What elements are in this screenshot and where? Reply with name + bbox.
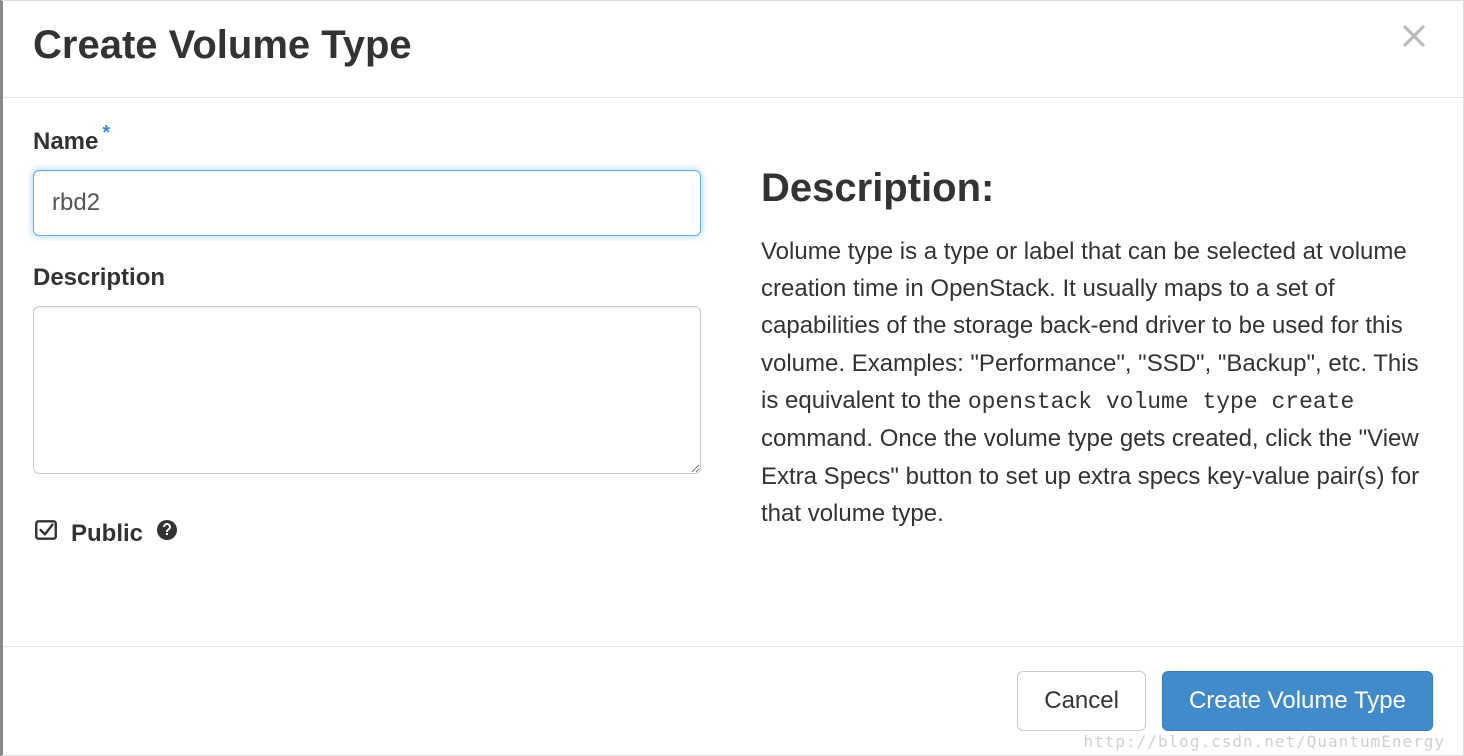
name-label: Name *: [33, 128, 701, 156]
description-field-group: Description: [33, 264, 701, 479]
public-checkbox-group: Public: [33, 517, 701, 550]
create-volume-type-button[interactable]: Create Volume Type: [1162, 671, 1433, 731]
modal-body: Name * Description Public: [3, 98, 1463, 646]
public-checkbox[interactable]: [33, 517, 59, 550]
required-asterisk-icon: *: [102, 122, 110, 145]
help-text-part1: Volume type is a type or label that can …: [761, 238, 1419, 414]
description-input[interactable]: [33, 306, 701, 474]
checkbox-checked-icon: [33, 517, 59, 543]
close-icon: [1395, 17, 1433, 55]
help-column: Description: Volume type is a type or la…: [761, 128, 1433, 606]
public-help-button[interactable]: [155, 518, 179, 549]
modal-header: Create Volume Type: [3, 1, 1463, 98]
help-heading: Description:: [761, 166, 1433, 211]
help-icon: [155, 518, 179, 542]
help-text: Volume type is a type or label that can …: [761, 233, 1433, 532]
create-volume-type-modal: Create Volume Type Name * Description: [0, 0, 1464, 756]
public-label: Public: [71, 520, 143, 548]
name-field-group: Name *: [33, 128, 701, 236]
help-text-part2: command. Once the volume type gets creat…: [761, 425, 1419, 526]
close-button[interactable]: [1395, 17, 1433, 55]
name-label-text: Name: [33, 128, 98, 156]
name-input[interactable]: [33, 170, 701, 236]
modal-footer: Cancel Create Volume Type: [3, 646, 1463, 755]
help-code: openstack volume type create: [968, 389, 1354, 415]
description-label: Description: [33, 264, 701, 292]
modal-title: Create Volume Type: [33, 21, 412, 69]
form-column: Name * Description Public: [33, 128, 701, 606]
cancel-button[interactable]: Cancel: [1017, 671, 1146, 731]
description-label-text: Description: [33, 264, 165, 292]
